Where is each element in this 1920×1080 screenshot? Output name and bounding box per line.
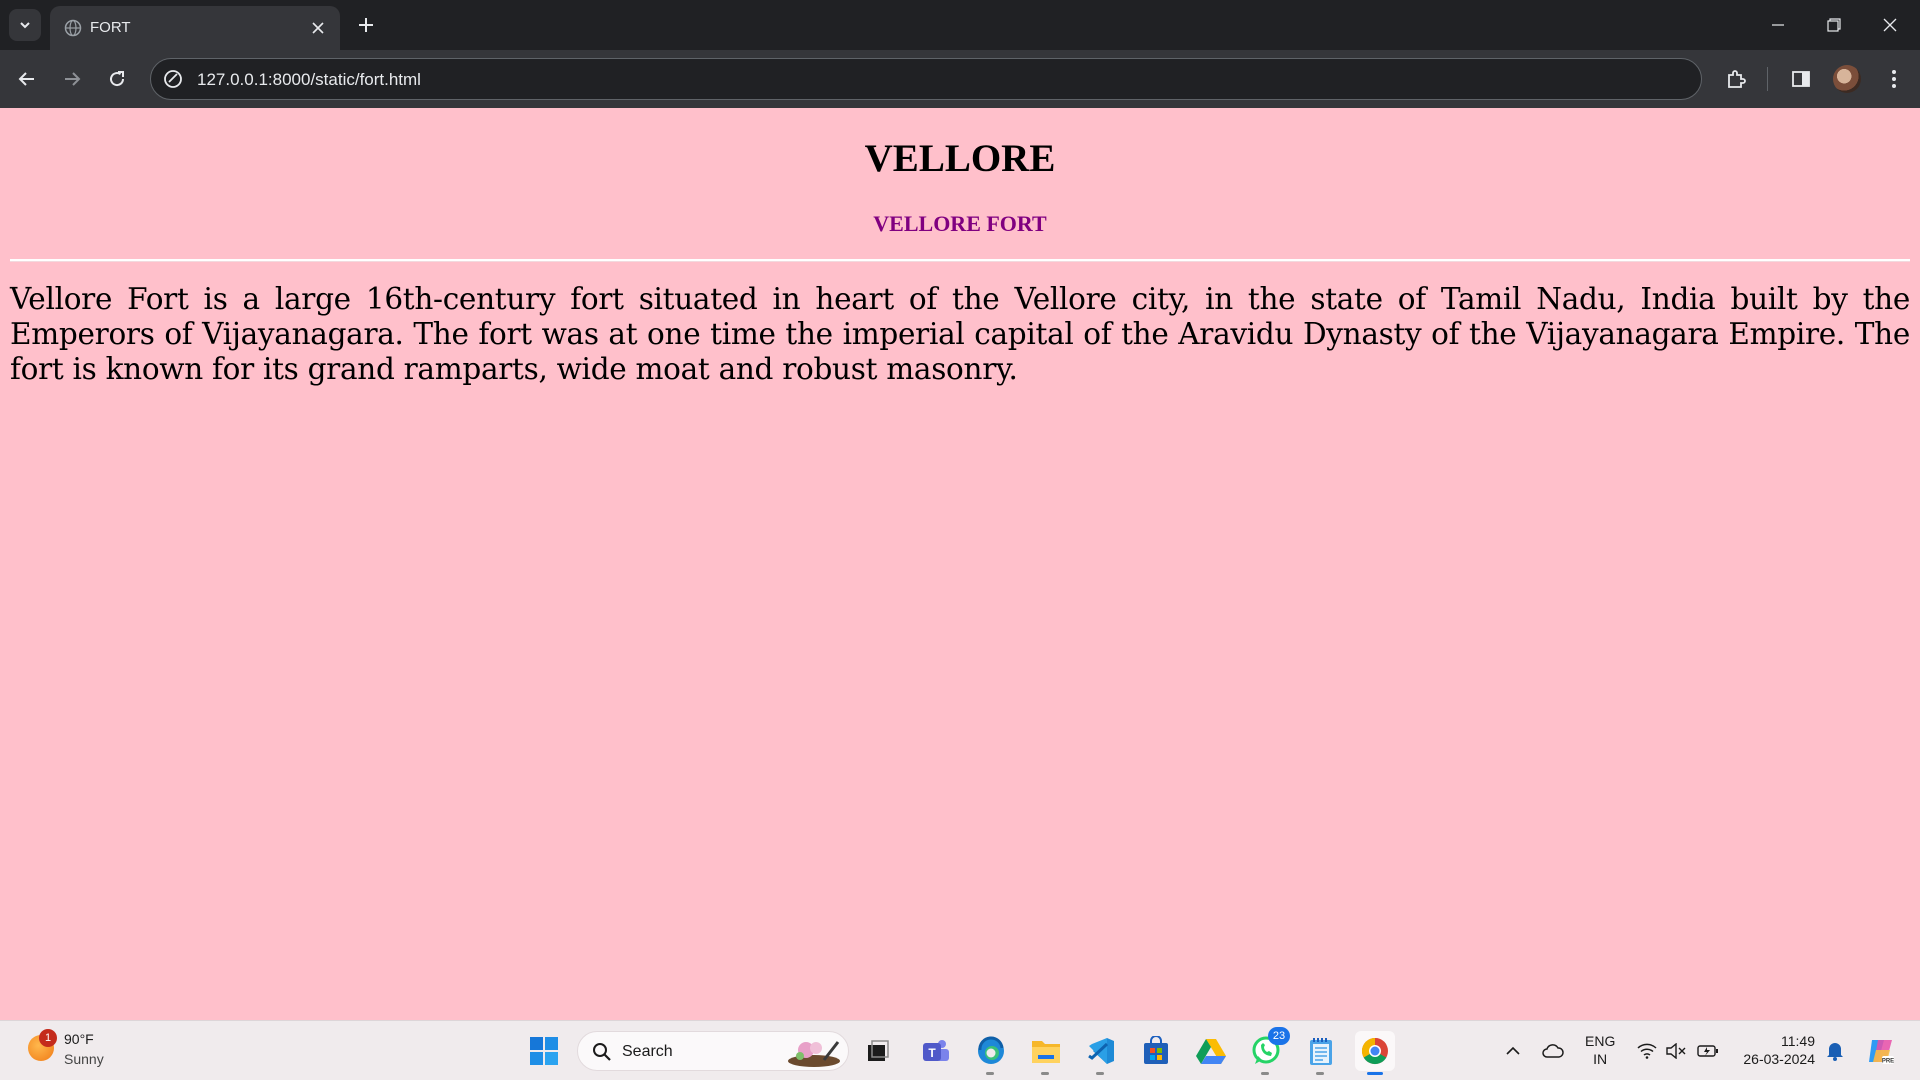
close-icon xyxy=(312,22,324,34)
reload-icon xyxy=(110,71,125,87)
horizontal-rule xyxy=(10,259,1910,262)
notepad-icon xyxy=(1310,1038,1332,1065)
restore-icon xyxy=(1827,18,1841,32)
running-indicator xyxy=(1316,1072,1324,1075)
browser-tab[interactable]: FORT xyxy=(50,6,340,50)
page-subheading: VELLORE FORT xyxy=(873,211,1047,236)
running-indicator xyxy=(1096,1072,1104,1075)
restore-button[interactable] xyxy=(1806,0,1862,50)
close-window-button[interactable] xyxy=(1862,0,1918,50)
volume-button[interactable] xyxy=(1665,1040,1687,1062)
search-highlight-icon xyxy=(788,1041,840,1067)
profile-avatar[interactable] xyxy=(1833,65,1861,93)
minimize-icon xyxy=(1772,24,1784,26)
chevron-down-icon xyxy=(20,22,30,29)
taskbar-file-explorer[interactable] xyxy=(1026,1031,1066,1075)
back-button[interactable] xyxy=(11,63,43,95)
taskbar-task-view[interactable] xyxy=(858,1031,898,1071)
taskbar-teams[interactable]: T xyxy=(916,1031,956,1071)
weather-condition: Sunny xyxy=(64,1051,104,1067)
running-indicator xyxy=(1367,1072,1383,1075)
arrow-right-icon xyxy=(65,72,81,86)
chrome-icon xyxy=(1361,1037,1388,1065)
battery-charging-icon xyxy=(1697,1045,1718,1057)
clock-time: 11:49 xyxy=(1781,1033,1815,1049)
task-view-icon xyxy=(868,1040,889,1061)
notification-badge: 23 xyxy=(1268,1027,1290,1045)
tab-close-button[interactable] xyxy=(308,18,328,38)
browser-toolbar: 127.0.0.1:8000/static/fort.html xyxy=(0,50,1920,108)
search-icon xyxy=(593,1043,611,1061)
toolbar-divider xyxy=(1767,67,1768,91)
extensions-button[interactable] xyxy=(1720,63,1752,95)
new-tab-button[interactable] xyxy=(352,11,380,39)
vscode-icon xyxy=(1088,1038,1114,1064)
taskbar-google-drive[interactable] xyxy=(1191,1031,1231,1071)
store-icon xyxy=(1144,1036,1168,1064)
taskbar-search[interactable]: Search xyxy=(577,1031,849,1071)
weather-temperature: 90°F xyxy=(64,1031,94,1047)
taskbar-store[interactable] xyxy=(1136,1031,1176,1071)
minimize-button[interactable] xyxy=(1750,0,1806,50)
teams-icon: T xyxy=(923,1040,949,1061)
copilot-button[interactable]: PRE xyxy=(1866,1036,1896,1066)
clock[interactable]: 11:49 26-03-2024 xyxy=(1735,1032,1815,1068)
battery-button[interactable] xyxy=(1697,1040,1719,1062)
puzzle-icon xyxy=(1728,70,1746,88)
taskbar-chrome[interactable] xyxy=(1355,1031,1395,1075)
reload-button[interactable] xyxy=(101,63,133,95)
taskbar: 1 90°F Sunny Search T 23 ENG IN 11:49 26… xyxy=(0,1020,1920,1080)
globe-icon xyxy=(64,19,82,37)
site-info-icon[interactable] xyxy=(163,69,183,89)
onedrive-button[interactable] xyxy=(1542,1040,1564,1062)
tab-strip: FORT xyxy=(0,0,1920,50)
google-drive-icon xyxy=(1196,1039,1226,1064)
close-icon xyxy=(1883,18,1897,32)
side-panel-icon xyxy=(1792,71,1810,87)
language-indicator[interactable]: ENG IN xyxy=(1585,1032,1615,1068)
bell-icon xyxy=(1827,1043,1843,1061)
running-indicator xyxy=(1041,1072,1049,1075)
search-label: Search xyxy=(622,1043,673,1060)
start-button[interactable] xyxy=(524,1031,564,1071)
taskbar-vscode[interactable] xyxy=(1081,1031,1121,1075)
side-panel-button[interactable] xyxy=(1785,63,1817,95)
language-code: ENG xyxy=(1585,1033,1616,1049)
notifications-button[interactable] xyxy=(1824,1040,1846,1062)
description-paragraph: Vellore Fort is a large 16th-century for… xyxy=(10,282,1910,386)
more-vertical-icon xyxy=(1892,70,1896,88)
copilot-icon: PRE xyxy=(1869,1040,1894,1065)
volume-muted-icon xyxy=(1666,1043,1686,1059)
svg-text:T: T xyxy=(928,1046,936,1060)
forward-button[interactable] xyxy=(56,63,88,95)
windows-icon xyxy=(530,1037,558,1065)
edge-icon xyxy=(978,1036,1004,1064)
cloud-icon xyxy=(1542,1044,1564,1058)
language-region: IN xyxy=(1593,1051,1608,1067)
weather-badge: 1 xyxy=(39,1029,57,1047)
taskbar-whatsapp[interactable]: 23 xyxy=(1246,1027,1290,1075)
arrow-left-icon xyxy=(18,72,34,86)
tab-search-button[interactable] xyxy=(9,9,41,41)
wifi-icon xyxy=(1637,1043,1657,1059)
menu-button[interactable] xyxy=(1878,63,1910,95)
tab-title: FORT xyxy=(90,19,131,36)
running-indicator xyxy=(1261,1072,1269,1075)
wifi-button[interactable] xyxy=(1636,1040,1658,1062)
page-heading: VELLORE xyxy=(864,137,1056,180)
chevron-up-icon xyxy=(1506,1046,1520,1055)
folder-icon xyxy=(1032,1041,1060,1063)
address-bar[interactable]: 127.0.0.1:8000/static/fort.html xyxy=(150,58,1702,100)
running-indicator xyxy=(986,1072,994,1075)
svg-text:PRE: PRE xyxy=(1882,1059,1894,1065)
taskbar-notepad[interactable] xyxy=(1301,1031,1341,1075)
plus-icon xyxy=(359,18,373,32)
url-text[interactable]: 127.0.0.1:8000/static/fort.html xyxy=(197,70,421,90)
show-hidden-icons-button[interactable] xyxy=(1502,1040,1524,1062)
web-page: VELLORE VELLORE FORT Vellore Fort is a l… xyxy=(0,108,1920,1020)
taskbar-edge[interactable] xyxy=(971,1031,1011,1075)
clock-date: 26-03-2024 xyxy=(1743,1051,1815,1067)
